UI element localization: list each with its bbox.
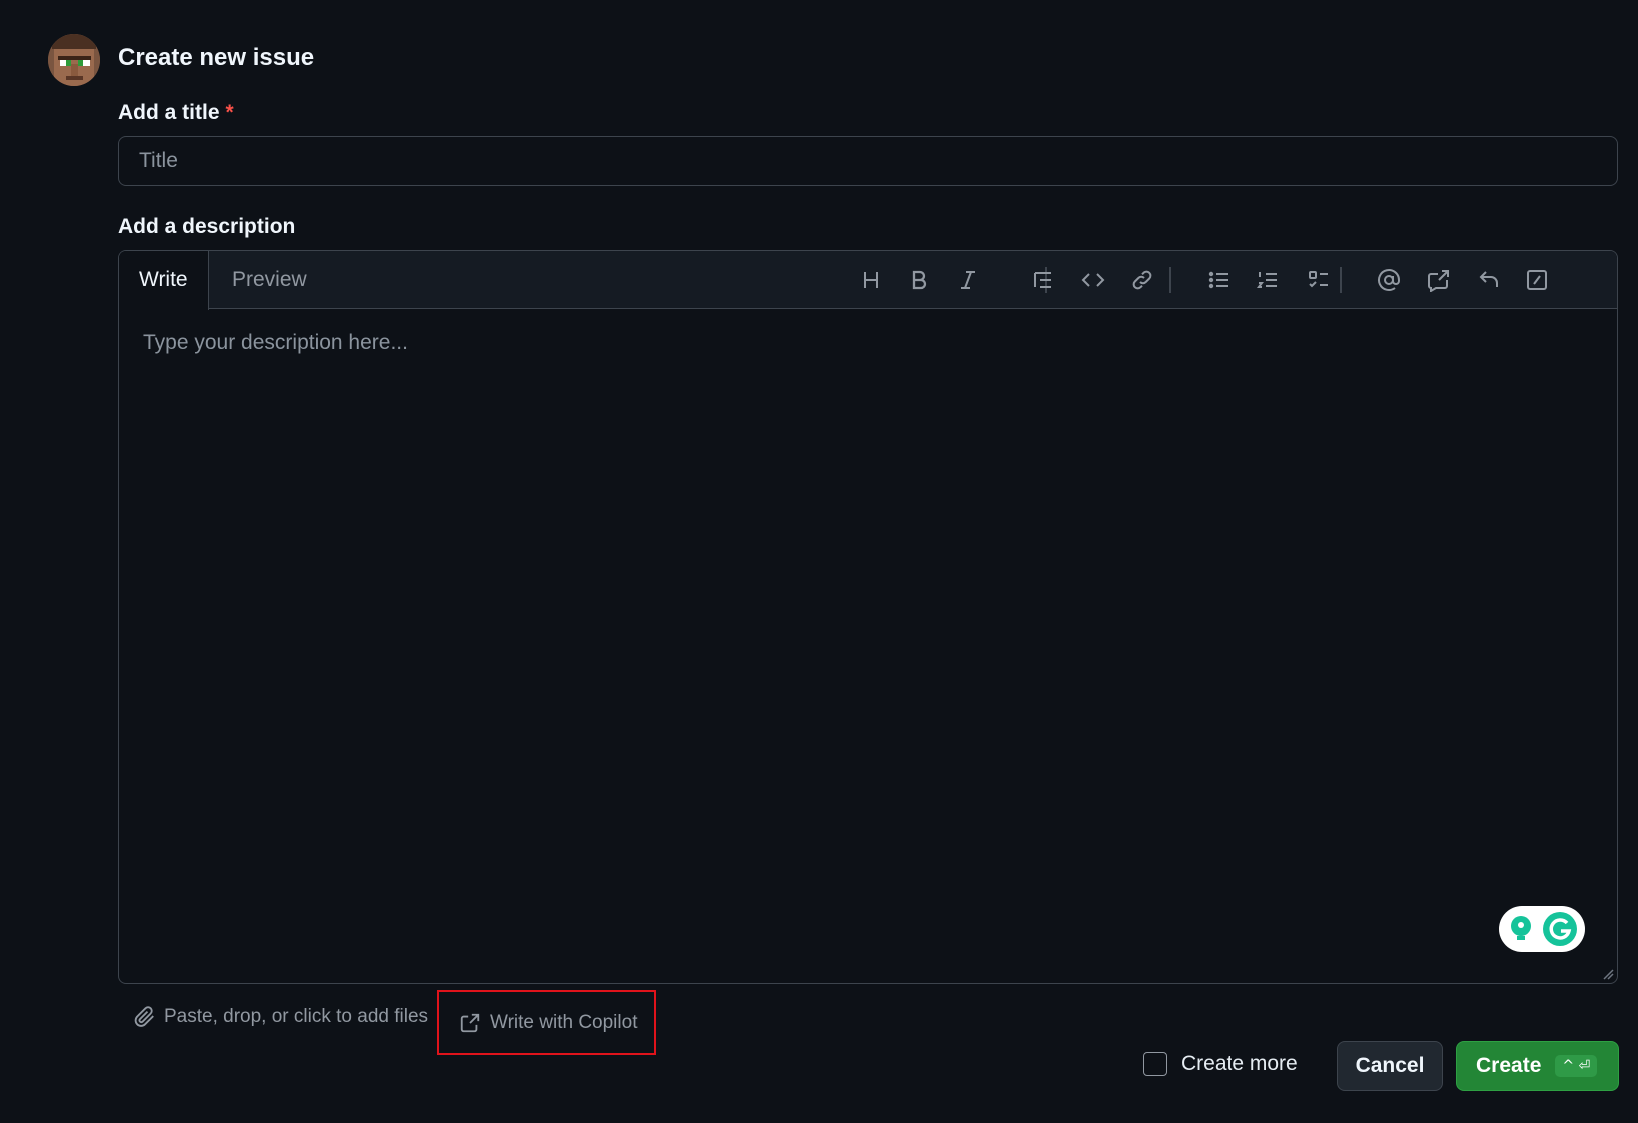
task-list-icon[interactable] (1304, 265, 1334, 295)
page-title: Create new issue (118, 44, 315, 71)
create-more-label[interactable]: Create more (1181, 1052, 1298, 1076)
toolbar-divider (1169, 267, 1171, 293)
villager-avatar-icon (48, 34, 100, 86)
create-issue-page: Create new issue Add a title* Add a desc… (0, 0, 1638, 1123)
tab-preview[interactable]: Preview (212, 251, 327, 309)
grammarly-icon (1543, 912, 1577, 946)
lightbulb-icon (1511, 916, 1531, 940)
title-label-text: Add a title (118, 101, 220, 124)
editor-toolbar-bar: Write Preview (119, 251, 1617, 310)
required-indicator: * (225, 101, 234, 124)
create-more-checkbox[interactable] (1143, 1052, 1167, 1076)
create-button[interactable]: Create ^ ⏎ (1456, 1041, 1619, 1091)
slash-command-icon[interactable] (1522, 265, 1552, 295)
heading-icon[interactable] (856, 265, 886, 295)
code-icon[interactable] (1078, 265, 1108, 295)
copilot-label: Write with Copilot (490, 1011, 638, 1033)
description-label: Add a description (118, 215, 296, 238)
write-with-copilot-link[interactable]: Write with Copilot (437, 990, 656, 1055)
grammarly-widget[interactable] (1499, 906, 1585, 952)
create-button-label: Create (1476, 1054, 1542, 1077)
bold-icon[interactable] (904, 265, 934, 295)
reference-icon[interactable] (1424, 265, 1454, 295)
title-input[interactable] (118, 136, 1618, 186)
external-link-icon (460, 1013, 480, 1032)
paperclip-icon (134, 1006, 154, 1027)
attach-files-button[interactable]: Paste, drop, or click to add files (134, 1006, 428, 1028)
link-icon[interactable] (1127, 265, 1157, 295)
tab-write[interactable]: Write (119, 251, 209, 310)
cancel-button[interactable]: Cancel (1337, 1041, 1443, 1091)
mention-icon[interactable] (1374, 265, 1404, 295)
ordered-list-icon[interactable] (1253, 265, 1283, 295)
description-editor: Write Preview (118, 250, 1618, 984)
quote-icon[interactable] (1028, 265, 1058, 295)
undo-icon[interactable] (1474, 265, 1504, 295)
unordered-list-icon[interactable] (1204, 265, 1234, 295)
keyboard-shortcut-hint: ^ ⏎ (1555, 1055, 1598, 1077)
attach-files-label: Paste, drop, or click to add files (164, 1006, 429, 1027)
description-textarea[interactable] (119, 309, 1617, 983)
resize-handle-icon[interactable] (1602, 968, 1614, 980)
avatar[interactable] (48, 34, 100, 86)
toolbar-divider (1340, 267, 1342, 293)
italic-icon[interactable] (953, 265, 983, 295)
title-field-label: Add a title * (118, 101, 234, 125)
create-more-option: Create more (1143, 1052, 1298, 1076)
